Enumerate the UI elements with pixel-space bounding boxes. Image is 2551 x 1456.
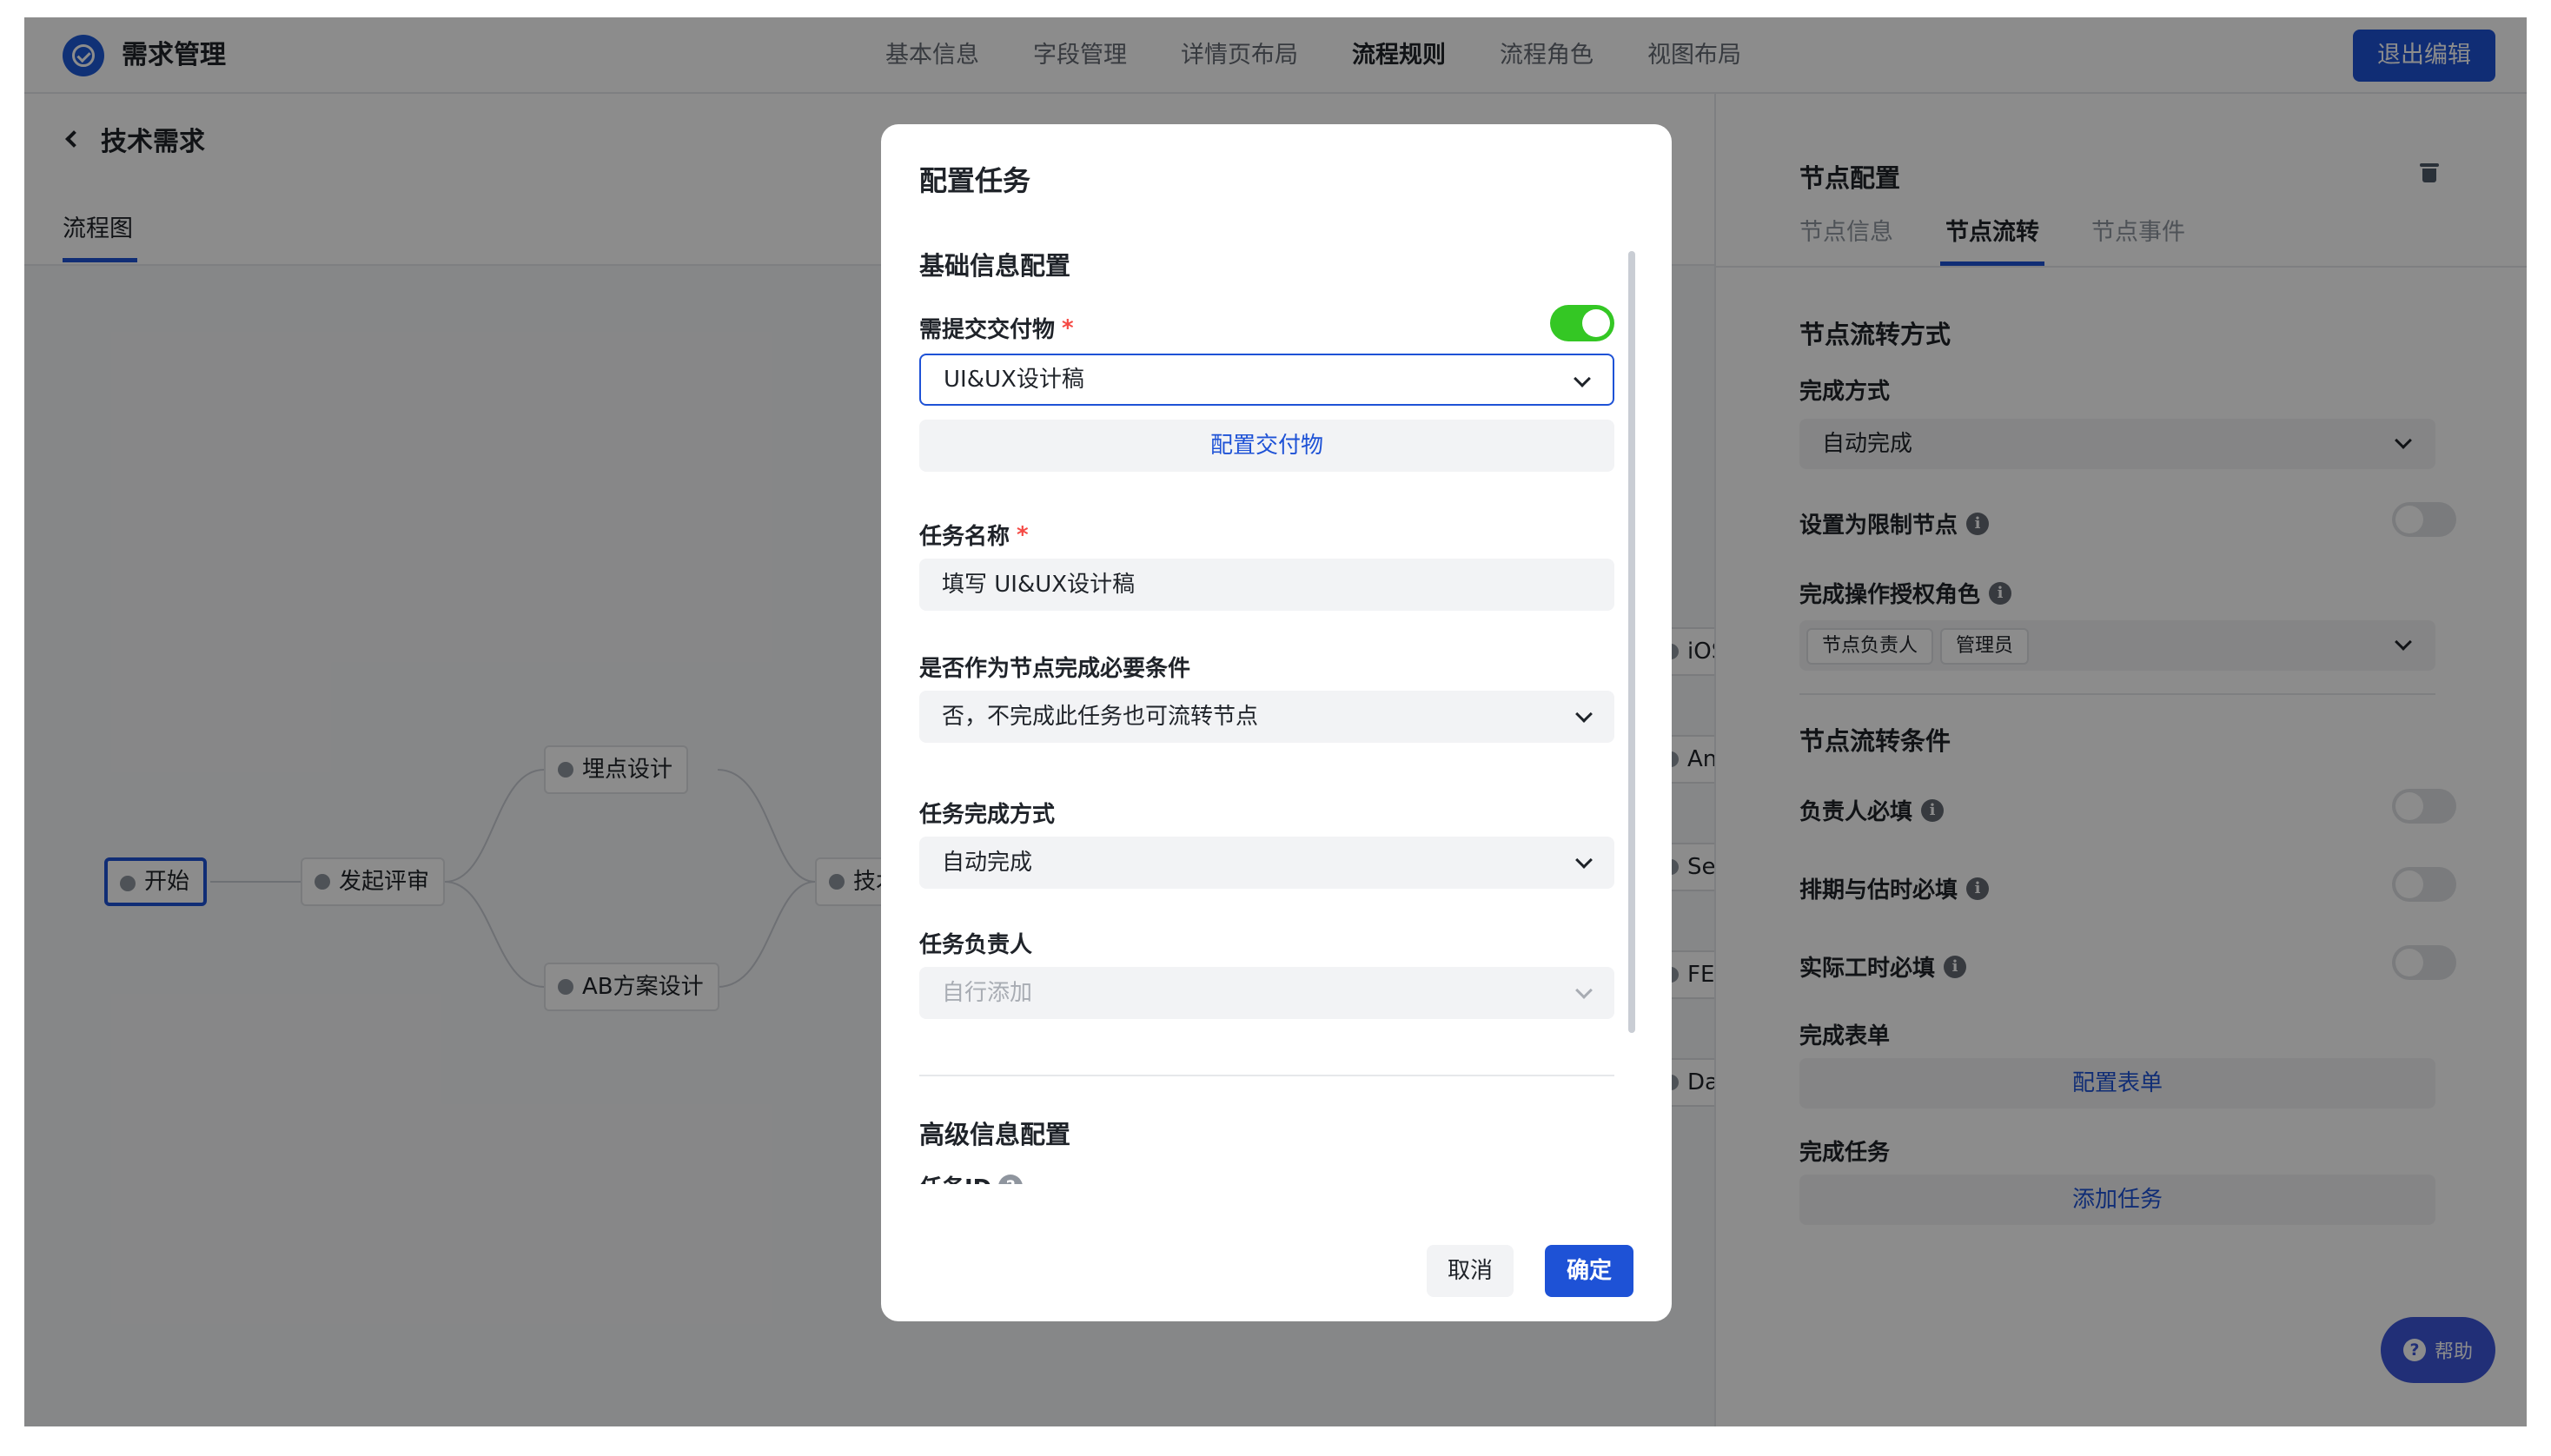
task-owner-select[interactable]: 自行添加 — [919, 967, 1614, 1019]
basic-section-title: 基础信息配置 — [919, 251, 1071, 281]
deliverable-value: UI&UX设计稿 — [944, 367, 1084, 393]
app-root: 需求管理 基本信息 字段管理 详情页布局 流程规则 流程角色 视图布局 退出编辑… — [24, 17, 2527, 1426]
task-owner-label: 任务负责人 — [919, 932, 1033, 958]
section-divider — [919, 1075, 1614, 1076]
task-id-label: 任务ID? — [919, 1170, 1024, 1184]
modal-title: 配置任务 — [919, 164, 1031, 197]
advanced-section-title: 高级信息配置 — [919, 1120, 1071, 1149]
required-mark: * — [1017, 521, 1029, 548]
deliverable-toggle[interactable] — [1550, 305, 1614, 341]
confirm-button[interactable]: 确定 — [1545, 1245, 1633, 1297]
required-condition-label: 是否作为节点完成必要条件 — [919, 656, 1191, 682]
task-complete-value: 自动完成 — [942, 850, 1033, 876]
chevron-down-icon — [1574, 370, 1591, 387]
chevron-down-icon — [1575, 851, 1593, 869]
required-condition-value: 否，不完成此任务也可流转节点 — [942, 704, 1259, 730]
config-task-modal: 配置任务 基础信息配置 需提交交付物 * UI&UX设计稿 配置交付物 任务名称 *… — [881, 124, 1672, 1321]
task-owner-placeholder: 自行添加 — [942, 980, 1033, 1006]
task-complete-select[interactable]: 自动完成 — [919, 837, 1614, 889]
task-complete-label: 任务完成方式 — [919, 802, 1056, 828]
required-mark: * — [1062, 314, 1074, 341]
config-deliverable-button[interactable]: 配置交付物 — [919, 420, 1614, 472]
cancel-button[interactable]: 取消 — [1427, 1245, 1514, 1297]
modal-body: 基础信息配置 需提交交付物 * UI&UX设计稿 配置交付物 任务名称 * 填写 U… — [919, 246, 1614, 1184]
question-icon[interactable]: ? — [998, 1174, 1024, 1184]
task-name-input[interactable]: 填写 UI&UX设计稿 — [919, 559, 1614, 611]
deliverable-label: 需提交交付物 * — [919, 314, 1074, 344]
required-condition-select[interactable]: 否，不完成此任务也可流转节点 — [919, 691, 1614, 743]
modal-scrollbar[interactable] — [1628, 251, 1635, 1033]
task-name-value: 填写 UI&UX设计稿 — [942, 572, 1136, 598]
chevron-down-icon — [1575, 982, 1593, 999]
task-name-label: 任务名称 * — [919, 521, 1029, 551]
chevron-down-icon — [1575, 705, 1593, 723]
deliverable-select[interactable]: UI&UX设计稿 — [919, 354, 1614, 406]
